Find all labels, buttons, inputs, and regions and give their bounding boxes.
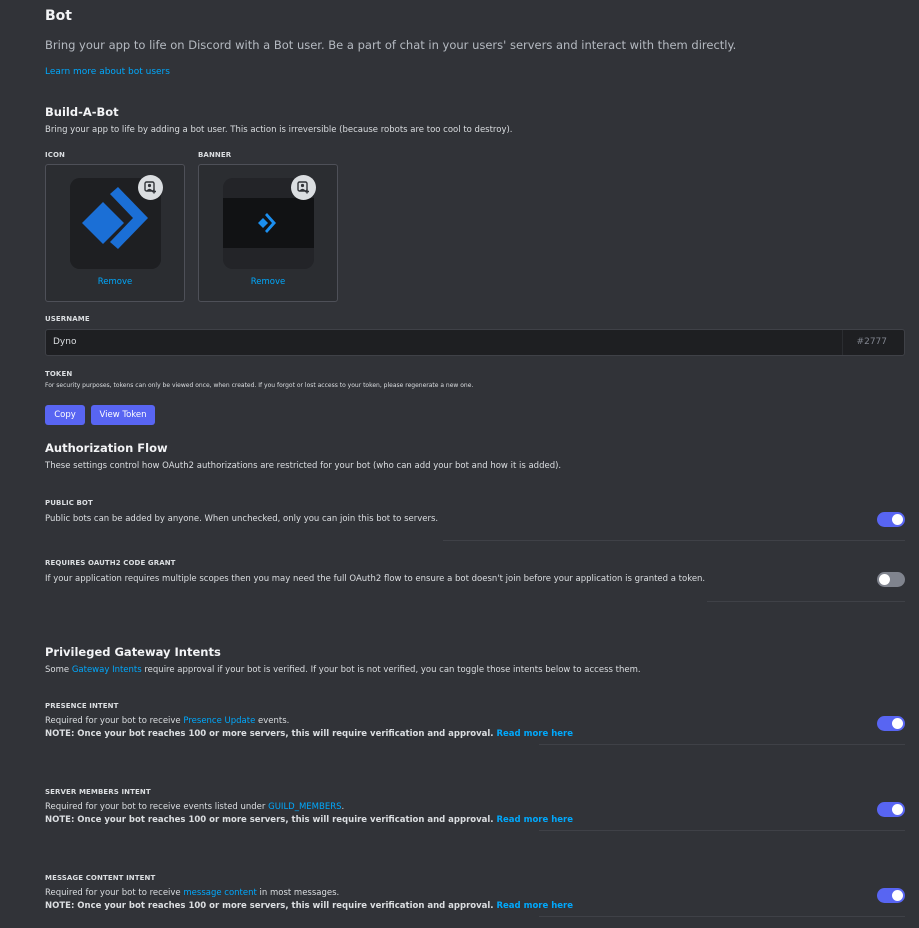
remove-icon-link[interactable]: Remove — [46, 277, 184, 287]
banner-label: BANNER — [198, 151, 232, 159]
desc-text: events. — [255, 716, 290, 726]
note-text: NOTE: Once your bot reaches 100 or more … — [45, 729, 494, 739]
presence-update-link[interactable]: Presence Update — [183, 716, 255, 726]
token-label: TOKEN — [45, 370, 73, 378]
learn-more-link[interactable]: Learn more about bot users — [45, 67, 170, 77]
message-content-intent-note: NOTE: Once your bot reaches 100 or more … — [45, 901, 573, 911]
desc-text: . — [341, 802, 345, 812]
read-more-link[interactable]: Read more here — [497, 901, 573, 911]
server-members-intent-label: SERVER MEMBERS INTENT — [45, 788, 151, 796]
build-a-bot-description: Bring your app to life by adding a bot u… — [45, 125, 513, 135]
read-more-link[interactable]: Read more here — [497, 815, 573, 825]
page-title: Bot — [45, 8, 72, 24]
view-token-button[interactable]: View Token — [91, 405, 155, 425]
privileged-intents-description: Some Gateway Intents require approval if… — [45, 665, 641, 675]
icon-uploader[interactable]: Remove — [45, 164, 185, 302]
toggle-knob — [892, 890, 903, 901]
privileged-intents-title: Privileged Gateway Intents — [45, 645, 221, 659]
server-members-intent-toggle[interactable] — [877, 802, 905, 817]
server-members-intent-description: Required for your bot to receive events … — [45, 802, 344, 812]
presence-intent-label: PRESENCE INTENT — [45, 702, 119, 710]
username-value[interactable]: Dyno — [53, 337, 76, 347]
icon-label: ICON — [45, 151, 65, 159]
image-edit-icon[interactable] — [291, 175, 316, 200]
presence-intent-note: NOTE: Once your bot reaches 100 or more … — [45, 729, 573, 739]
copy-token-button[interactable]: Copy — [45, 405, 85, 425]
message-content-link[interactable]: message content — [183, 888, 256, 898]
page-lead: Bring your app to life on Discord with a… — [45, 38, 737, 52]
note-text: NOTE: Once your bot reaches 100 or more … — [45, 815, 494, 825]
input-divider — [842, 330, 843, 355]
divider — [443, 540, 905, 541]
divider — [539, 744, 905, 745]
note-text: NOTE: Once your bot reaches 100 or more … — [45, 901, 494, 911]
code-grant-description: If your application requires multiple sc… — [45, 574, 706, 584]
server-members-intent-note: NOTE: Once your bot reaches 100 or more … — [45, 815, 573, 825]
divider — [707, 601, 905, 602]
desc-text: Required for your bot to receive — [45, 716, 184, 726]
message-content-intent-label: MESSAGE CONTENT INTENT — [45, 874, 156, 882]
read-more-link[interactable]: Read more here — [497, 729, 573, 739]
authorization-flow-description: These settings control how OAuth2 author… — [45, 461, 562, 471]
username-field[interactable]: Dyno #2777 — [45, 329, 905, 356]
image-edit-icon[interactable] — [138, 175, 163, 200]
authorization-flow-title: Authorization Flow — [45, 441, 168, 455]
token-note: For security purposes, tokens can only b… — [45, 382, 474, 389]
presence-intent-description: Required for your bot to receive Presenc… — [45, 716, 289, 726]
code-grant-label: REQUIRES OAUTH2 CODE GRANT — [45, 559, 176, 567]
message-content-intent-toggle[interactable] — [877, 888, 905, 903]
banner-uploader[interactable]: Remove — [198, 164, 338, 302]
public-bot-description: Public bots can be added by anyone. When… — [45, 514, 439, 524]
divider — [539, 916, 905, 917]
gateway-intents-link[interactable]: Gateway Intents — [72, 665, 142, 675]
desc-text: require approval if your bot is verified… — [141, 665, 641, 675]
toggle-knob — [879, 574, 890, 585]
desc-text: Some — [45, 665, 72, 675]
desc-text: Required for your bot to receive — [45, 888, 184, 898]
message-content-intent-description: Required for your bot to receive message… — [45, 888, 339, 898]
toggle-knob — [892, 514, 903, 525]
desc-text: in most messages. — [256, 888, 340, 898]
public-bot-label: PUBLIC BOT — [45, 499, 93, 507]
code-grant-toggle[interactable] — [877, 572, 905, 587]
toggle-knob — [892, 718, 903, 729]
discriminator: #2777 — [856, 337, 887, 347]
public-bot-toggle[interactable] — [877, 512, 905, 527]
desc-text: Required for your bot to receive events … — [45, 802, 269, 812]
remove-banner-link[interactable]: Remove — [199, 277, 337, 287]
toggle-knob — [892, 804, 903, 815]
username-label: USERNAME — [45, 315, 90, 323]
presence-intent-toggle[interactable] — [877, 716, 905, 731]
guild-members-link[interactable]: GUILD_MEMBERS — [268, 802, 341, 812]
divider — [539, 830, 905, 831]
build-a-bot-title: Build-A-Bot — [45, 105, 119, 119]
